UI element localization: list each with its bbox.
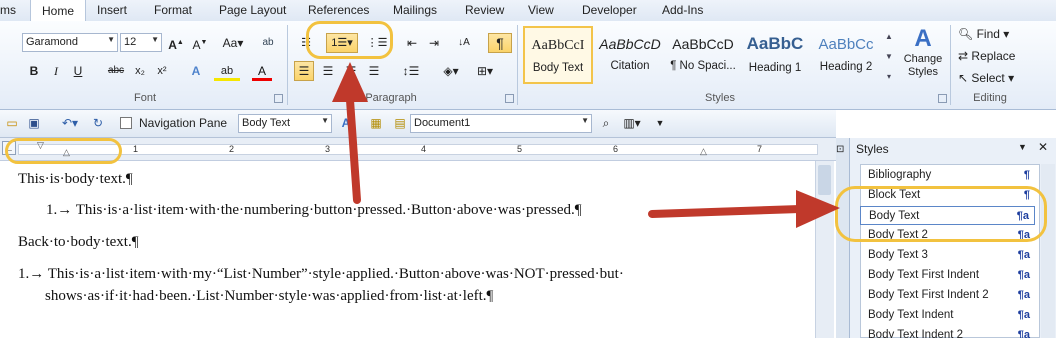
arrow-up-head-icon	[332, 62, 368, 102]
annotation-arrows	[332, 62, 840, 228]
arrow-up-line	[346, 96, 361, 204]
arrow-right-head-icon	[796, 190, 840, 228]
arrow-right-line	[648, 205, 804, 218]
